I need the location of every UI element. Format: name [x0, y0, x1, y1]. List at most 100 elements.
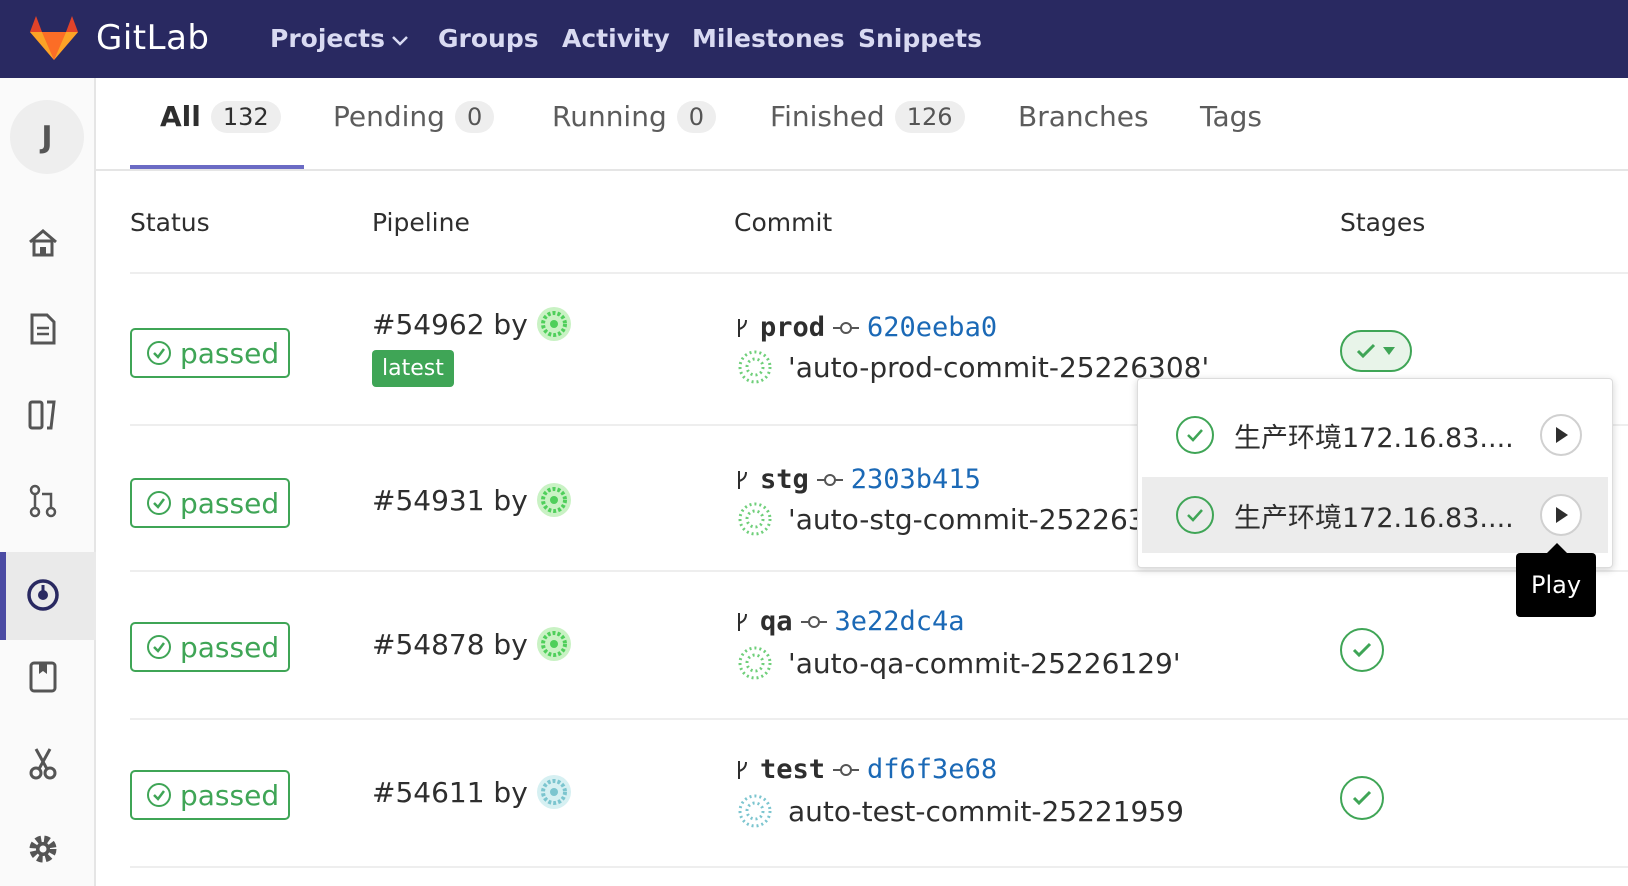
merge-request-icon[interactable] [22, 480, 64, 522]
tooltip-arrow [1547, 543, 1567, 553]
pipeline-link[interactable]: #54962 by [372, 306, 572, 342]
dropdown-job-item[interactable]: 生产环境172.16.83.... [1142, 477, 1608, 553]
status-badge[interactable]: passed [130, 622, 290, 672]
header-stages: Stages [1340, 208, 1426, 237]
branch-name[interactable]: stg [760, 464, 809, 495]
commit-author-avatar-icon[interactable] [738, 350, 772, 384]
row-divider [130, 866, 1628, 868]
status-label: passed [180, 630, 280, 664]
file-icon[interactable] [22, 308, 64, 350]
play-tooltip: Play [1516, 553, 1596, 617]
home-icon[interactable] [22, 222, 64, 264]
row-divider [130, 570, 1628, 572]
job-name: 生产环境172.16.83.... [1234, 502, 1514, 534]
nav-groups[interactable]: Groups [438, 24, 539, 53]
brand-name[interactable]: GitLab [96, 18, 209, 58]
commit-author-avatar-icon[interactable] [738, 646, 772, 680]
pipelines-icon[interactable] [22, 574, 64, 616]
user-avatar-icon[interactable] [536, 306, 572, 342]
project-avatar[interactable]: J [10, 100, 84, 174]
gitlab-logo-icon[interactable] [28, 14, 80, 62]
nav-projects[interactable]: Projects [270, 24, 409, 53]
settings-icon[interactable] [22, 828, 64, 870]
pipeline-link[interactable]: #54611 by [372, 774, 572, 810]
header-pipeline: Pipeline [372, 208, 470, 237]
commit-message[interactable]: auto-test-commit-25221959 [788, 795, 1184, 828]
tab-all-label: All [160, 100, 201, 133]
snippets-icon[interactable] [22, 742, 64, 784]
commit-author-avatar-icon[interactable] [738, 502, 772, 536]
stage-status-icon[interactable] [1340, 776, 1384, 820]
check-circle-icon [147, 491, 171, 515]
stage-status-icon[interactable] [1340, 628, 1384, 672]
branch-name[interactable]: prod [760, 312, 825, 343]
branch-name[interactable]: test [760, 754, 825, 785]
user-avatar-icon[interactable] [536, 774, 572, 810]
row-divider [130, 718, 1628, 720]
status-label: passed [180, 336, 280, 370]
user-avatar-icon[interactable] [536, 626, 572, 662]
tab-tags[interactable]: Tags [1200, 100, 1262, 133]
commit-message-line: 'auto-stg-commit-252263 [738, 502, 1146, 536]
job-name: 生产环境172.16.83.... [1234, 422, 1514, 454]
check-circle-icon [147, 635, 171, 659]
nav-projects-label: Projects [270, 24, 386, 53]
commit-message-line: 'auto-qa-commit-25226129' [738, 646, 1181, 680]
play-icon[interactable] [1540, 494, 1582, 536]
commit-sha[interactable]: 3e22dc4a [835, 606, 965, 637]
commit-icon [800, 615, 827, 628]
pipeline-id: #54962 by [372, 307, 528, 341]
commit-author-avatar-icon[interactable] [738, 794, 772, 828]
status-label: passed [180, 486, 280, 520]
tabs-divider [96, 169, 1628, 171]
tab-branches[interactable]: Branches [1018, 100, 1149, 133]
user-avatar-icon[interactable] [536, 482, 572, 518]
pipeline-link[interactable]: #54931 by [372, 482, 572, 518]
commit-icon [816, 473, 843, 486]
tab-finished[interactable]: Finished 126 [770, 100, 965, 133]
tab-all[interactable]: All 132 [160, 100, 281, 133]
tab-pending-count: 0 [454, 100, 495, 133]
tab-finished-count: 126 [894, 100, 965, 133]
commit-ref: test df6f3e68 [734, 754, 997, 785]
wiki-icon[interactable] [22, 656, 64, 698]
check-circle-icon [1176, 416, 1214, 454]
tab-running[interactable]: Running 0 [552, 100, 717, 133]
pipeline-id: #54878 by [372, 627, 528, 661]
commit-sha[interactable]: df6f3e68 [867, 754, 997, 785]
branch-icon [738, 760, 747, 779]
tab-pending[interactable]: Pending 0 [333, 100, 495, 133]
commit-ref: prod 620eeba0 [734, 312, 997, 343]
check-circle-icon [1176, 496, 1214, 534]
branch-name[interactable]: qa [760, 606, 793, 637]
chevron-down-icon [391, 24, 409, 53]
commit-icon [833, 321, 860, 334]
pipeline-link[interactable]: #54878 by [372, 626, 572, 662]
status-badge[interactable]: passed [130, 328, 290, 378]
dropdown-job-item[interactable]: 生产环境172.16.83.... [1142, 397, 1608, 473]
tab-finished-label: Finished [770, 100, 885, 133]
row-divider [130, 272, 1628, 274]
header-status: Status [130, 208, 210, 237]
play-icon[interactable] [1540, 414, 1582, 456]
branch-icon [738, 470, 747, 489]
commit-message[interactable]: 'auto-qa-commit-25226129' [788, 647, 1181, 680]
tab-pending-label: Pending [333, 100, 445, 133]
status-badge[interactable]: passed [130, 478, 290, 528]
commit-icon [833, 763, 860, 776]
check-icon [1356, 343, 1376, 359]
pipeline-id: #54611 by [372, 775, 528, 809]
commit-sha[interactable]: 2303b415 [851, 464, 981, 495]
commit-sha[interactable]: 620eeba0 [867, 312, 997, 343]
commit-ref: qa 3e22dc4a [734, 606, 965, 637]
nav-activity[interactable]: Activity [562, 24, 670, 53]
nav-milestones[interactable]: Milestones [692, 24, 845, 53]
board-icon[interactable] [22, 394, 64, 436]
caret-down-icon [1383, 347, 1395, 355]
commit-message[interactable]: 'auto-stg-commit-252263 [788, 503, 1146, 536]
tab-branches-label: Branches [1018, 100, 1149, 133]
status-badge[interactable]: passed [130, 770, 290, 820]
stage-dropdown-toggle[interactable] [1340, 330, 1412, 372]
header-commit: Commit [734, 208, 833, 237]
nav-snippets[interactable]: Snippets [858, 24, 982, 53]
